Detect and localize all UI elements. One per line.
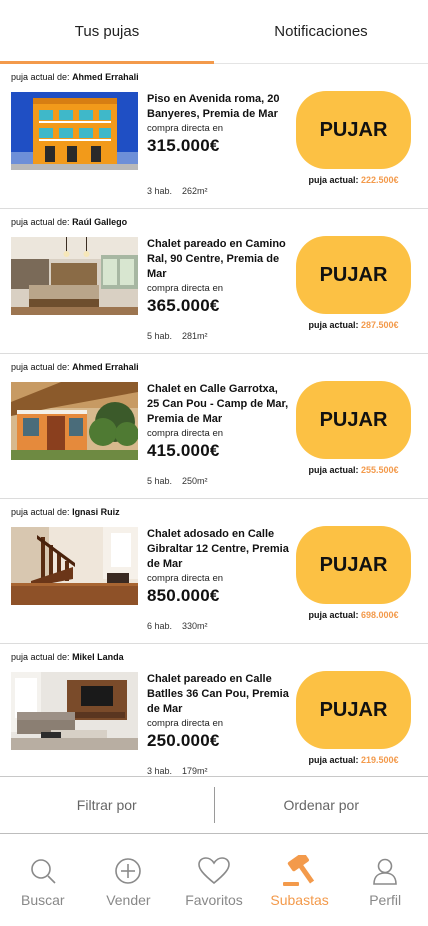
current-bid: puja actual: 255.500€ (308, 465, 399, 475)
nav-label: Buscar (21, 892, 65, 908)
bidder-name: Ignasi Ruiz (72, 507, 120, 517)
listing-meta: 6 hab. 330m² (147, 621, 218, 631)
nav-label: Perfil (369, 892, 402, 908)
listing-card[interactable]: puja actual de: Raúl Gallego Chalet pare… (0, 209, 428, 354)
listing-card[interactable]: puja actual de: Mikel Landa Chalet parea… (0, 644, 428, 776)
listing-info: Chalet pareado en Camino Ral, 90 Centre,… (147, 237, 289, 316)
bidder-name: Ahmed Errahali (72, 362, 139, 372)
nav-buscar[interactable]: Buscar (0, 835, 86, 926)
property-photo[interactable] (11, 92, 138, 170)
property-photo[interactable] (11, 672, 138, 750)
current-bid-amount: 255.500€ (360, 465, 399, 475)
gavel-icon (280, 855, 320, 887)
direct-purchase-price: 365.000€ (147, 296, 220, 315)
rooms-count: 5 hab. (147, 331, 173, 341)
direct-purchase-label: compra directa en (147, 718, 224, 729)
current-bid-amount: 287.500€ (360, 320, 399, 330)
bidder-name: Mikel Landa (72, 652, 124, 662)
current-bidder: puja actual de: Ahmed Errahali (11, 72, 139, 82)
bidder-name: Raúl Gallego (72, 217, 128, 227)
bid-button[interactable]: PUJAR (296, 91, 411, 169)
bottom-nav: Buscar Vender Favoritos Subastas Perfil (0, 835, 428, 926)
filter-button[interactable]: Filtrar por (0, 777, 214, 833)
search-icon (28, 855, 58, 887)
tab-notificaciones[interactable]: Notificaciones (214, 0, 428, 63)
listing-title[interactable]: Piso en Avenida roma, 20 Banyeres, Premi… (147, 92, 289, 122)
rooms-count: 3 hab. (147, 186, 173, 196)
current-bid: puja actual: 287.500€ (308, 320, 399, 330)
current-bid-amount: 219.500€ (360, 755, 399, 765)
listing-info: Chalet pareado en Calle Batlles 36 Can P… (147, 672, 289, 751)
current-bid-amount: 222.500€ (360, 175, 399, 185)
current-bid: puja actual: 222.500€ (308, 175, 399, 185)
bid-button[interactable]: PUJAR (296, 671, 411, 749)
listing-title[interactable]: Chalet pareado en Calle Batlles 36 Can P… (147, 672, 289, 717)
bid-button[interactable]: PUJAR (296, 526, 411, 604)
property-photo[interactable] (11, 527, 138, 605)
listing-meta: 5 hab. 281m² (147, 331, 218, 341)
listing-title[interactable]: Chalet pareado en Camino Ral, 90 Centre,… (147, 237, 289, 282)
auction-list[interactable]: puja actual de: Ahmed Errahali Piso en A… (0, 64, 428, 776)
sort-button[interactable]: Ordenar por (215, 777, 428, 833)
listing-meta: 3 hab. 179m² (147, 766, 218, 776)
current-bid: puja actual: 219.500€ (308, 755, 399, 765)
bid-button[interactable]: PUJAR (296, 381, 411, 459)
listing-card[interactable]: puja actual de: Ahmed Errahali Chalet en… (0, 354, 428, 499)
direct-purchase-label: compra directa en (147, 428, 224, 439)
area-size: 262m² (182, 186, 208, 196)
direct-purchase-price: 315.000€ (147, 136, 220, 155)
listing-info: Piso en Avenida roma, 20 Banyeres, Premi… (147, 92, 289, 156)
current-bidder: puja actual de: Raúl Gallego (11, 217, 128, 227)
bid-button[interactable]: PUJAR (296, 236, 411, 314)
listing-title[interactable]: Chalet en Calle Garrotxa, 25 Can Pou - C… (147, 382, 289, 427)
rooms-count: 5 hab. (147, 476, 173, 486)
current-bidder: puja actual de: Ignasi Ruiz (11, 507, 120, 517)
direct-purchase-label: compra directa en (147, 123, 224, 134)
nav-label: Vender (106, 892, 151, 908)
filter-bar: Filtrar por Ordenar por (0, 776, 428, 834)
direct-purchase-price: 250.000€ (147, 731, 220, 750)
listing-meta: 5 hab. 250m² (147, 476, 218, 486)
nav-vender[interactable]: Vender (86, 835, 172, 926)
bidder-name: Ahmed Errahali (72, 72, 139, 82)
nav-label: Subastas (270, 892, 329, 908)
property-photo[interactable] (11, 382, 138, 460)
area-size: 179m² (182, 766, 208, 776)
rooms-count: 6 hab. (147, 621, 173, 631)
rooms-count: 3 hab. (147, 766, 173, 776)
nav-label: Favoritos (185, 892, 243, 908)
listing-card[interactable]: puja actual de: Ahmed Errahali Piso en A… (0, 64, 428, 209)
area-size: 281m² (182, 331, 208, 341)
current-bidder: puja actual de: Mikel Landa (11, 652, 124, 662)
area-size: 250m² (182, 476, 208, 486)
direct-purchase-price: 850.000€ (147, 586, 220, 605)
current-bid-amount: 698.000€ (360, 610, 399, 620)
current-bidder: puja actual de: Ahmed Errahali (11, 362, 139, 372)
heart-icon (197, 855, 231, 887)
area-size: 330m² (182, 621, 208, 631)
listing-card[interactable]: puja actual de: Ignasi Ruiz Chalet adosa… (0, 499, 428, 644)
direct-purchase-label: compra directa en (147, 573, 224, 584)
listing-info: Chalet adosado en Calle Gibraltar 12 Cen… (147, 527, 289, 606)
property-photo[interactable] (11, 237, 138, 315)
plus-circle-icon (113, 855, 143, 887)
direct-purchase-price: 415.000€ (147, 441, 220, 460)
current-bid: puja actual: 698.000€ (308, 610, 399, 620)
top-tabs: Tus pujas Notificaciones (0, 0, 428, 64)
user-icon (370, 855, 400, 887)
nav-favoritos[interactable]: Favoritos (171, 835, 257, 926)
tab-tus-pujas[interactable]: Tus pujas (0, 0, 214, 64)
nav-perfil[interactable]: Perfil (342, 835, 428, 926)
listing-info: Chalet en Calle Garrotxa, 25 Can Pou - C… (147, 382, 289, 461)
listing-title[interactable]: Chalet adosado en Calle Gibraltar 12 Cen… (147, 527, 289, 572)
direct-purchase-label: compra directa en (147, 283, 224, 294)
nav-subastas[interactable]: Subastas (257, 835, 343, 926)
listing-meta: 3 hab. 262m² (147, 186, 218, 196)
